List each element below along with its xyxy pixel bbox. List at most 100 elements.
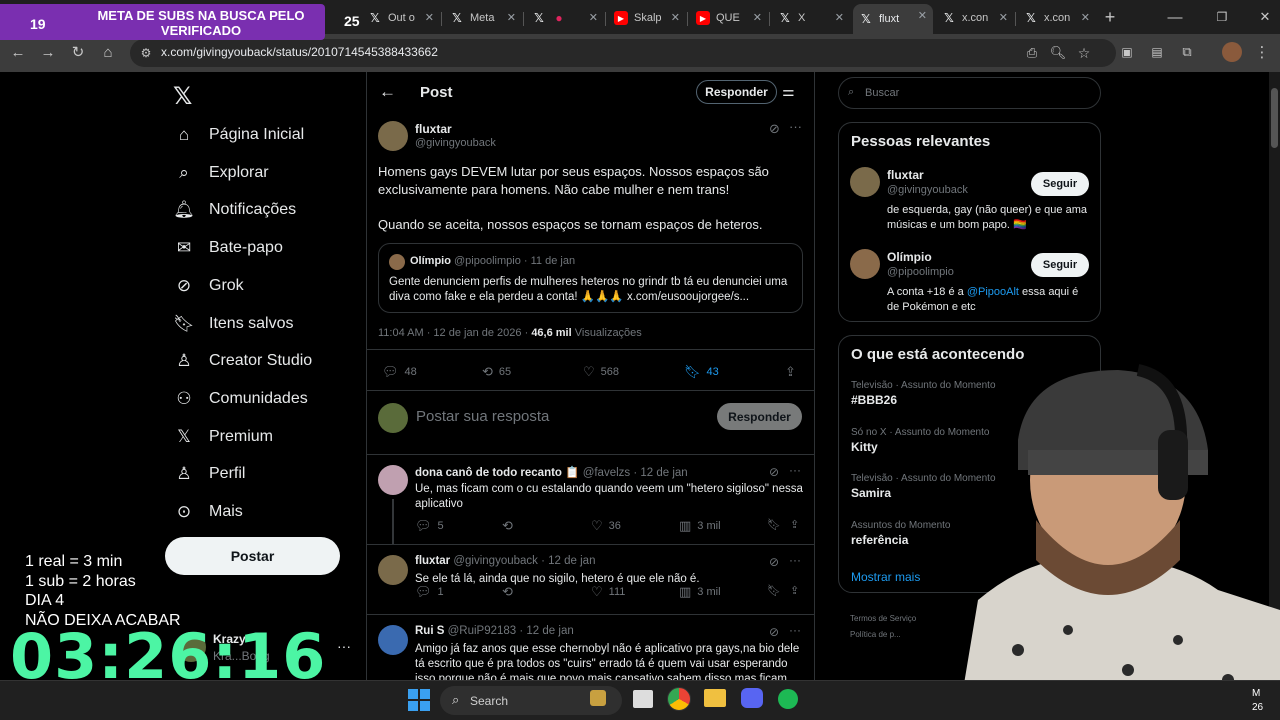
browser-tab[interactable]: 𝕏 Out o ✕ (362, 6, 440, 30)
close-tab-icon[interactable]: ✕ (999, 11, 1008, 24)
like-action[interactable]: ♡ 36 (591, 518, 621, 534)
reply-action[interactable]: 💬︎ 5 (415, 518, 444, 534)
browser-tab[interactable]: ▶ QUE ✕ (690, 6, 768, 30)
author-avatar[interactable] (378, 121, 408, 151)
sidebar-item[interactable]: ⊘ Grok (173, 271, 244, 301)
close-tab-icon[interactable]: ✕ (671, 11, 680, 24)
browser-tab[interactable]: 𝕏 X ✕ (772, 6, 850, 30)
scrollbar-thumb[interactable] (1271, 88, 1278, 148)
sidebar-item[interactable]: 🔔︎ Notificações (173, 195, 296, 225)
forward-icon[interactable]: → (38, 42, 58, 62)
grok-icon[interactable]: ⊘ (769, 625, 779, 639)
bookmark-action[interactable]: 🔖︎ 43 (684, 364, 719, 380)
profile-avatar[interactable] (1222, 42, 1242, 62)
close-window-icon[interactable]: ✕ (1255, 7, 1275, 27)
sidebar-item[interactable]: 🔖︎ Itens salvos (173, 309, 293, 339)
more-icon[interactable]: ··· (789, 623, 801, 637)
sidebar-item[interactable]: ♙ Perfil (173, 459, 245, 489)
windows-start-icon[interactable] (408, 689, 430, 711)
browser-tab[interactable]: 𝕏 Meta ✕ (444, 6, 522, 30)
reply-pill-button[interactable]: Responder (696, 80, 777, 104)
mention-link[interactable]: @PipooAlt (967, 286, 1019, 298)
close-tab-icon[interactable]: ✕ (918, 9, 927, 22)
share-icon[interactable]: ⇪ (790, 584, 799, 597)
grok-icon[interactable]: ⊘ (769, 121, 780, 137)
spotify-icon[interactable] (778, 689, 798, 709)
reply-avatar[interactable] (378, 555, 408, 585)
grok-icon[interactable]: ⊘ (769, 465, 779, 479)
minimize-icon[interactable]: — (1165, 7, 1185, 27)
footer-link[interactable]: Termos de Serviço (850, 614, 916, 623)
reply-compose-input[interactable]: Postar sua resposta (416, 408, 549, 425)
grok-icon[interactable]: ⊘ (769, 555, 779, 569)
bookmark-icon[interactable]: 🔖︎ (767, 518, 781, 531)
show-more-link[interactable]: Mostrar mais (851, 570, 920, 584)
restore-icon[interactable]: ❐ (1212, 7, 1232, 27)
discord-icon[interactable] (741, 688, 763, 708)
like-action[interactable]: ♡ 568 (583, 364, 619, 380)
person-avatar[interactable] (850, 249, 880, 279)
extension-icon[interactable]: ▣ (1117, 42, 1137, 62)
account-more-icon[interactable]: ··· (337, 638, 351, 654)
close-tab-icon[interactable]: ✕ (589, 11, 598, 24)
like-action[interactable]: ♡ 111 (591, 584, 625, 600)
site-info-icon[interactable]: ⚙ (136, 43, 156, 63)
sidebar-item[interactable]: ⌕ Explorar (173, 158, 268, 188)
widget-icon[interactable] (590, 690, 606, 706)
back-icon[interactable]: ← (8, 42, 28, 62)
browser-tab[interactable]: 𝕏 ● ✕ (526, 6, 604, 30)
sidebar-item[interactable]: 𝕏 Premium (173, 422, 273, 452)
reply-avatar[interactable] (378, 625, 408, 655)
sidebar-item[interactable]: ⊙ Mais (173, 497, 243, 527)
new-tab-icon[interactable]: + (1100, 7, 1120, 27)
extensions-puzzle-icon[interactable]: ⧉ (1177, 42, 1197, 62)
task-view-icon[interactable] (633, 690, 653, 708)
chrome-icon[interactable] (667, 687, 691, 711)
views-action[interactable]: ▥ 3 mil (679, 518, 721, 534)
reply-item[interactable]: fluxtar @givingyouback · 12 de jan ⊘ ···… (367, 544, 814, 614)
quoted-post[interactable]: Olímpio @pipoolimpio · 11 de jan Gente d… (378, 243, 803, 313)
close-tab-icon[interactable]: ✕ (753, 11, 762, 24)
reply-item[interactable]: Rui S @RuiP92183 · 12 de jan ⊘ ··· Amigo… (367, 614, 814, 680)
close-tab-icon[interactable]: ✕ (425, 11, 434, 24)
more-icon[interactable]: ··· (789, 119, 802, 134)
person-handle[interactable]: @givingyouback (887, 184, 968, 196)
follow-button[interactable]: Seguir (1031, 253, 1089, 277)
extension-icon[interactable]: ▤ (1147, 42, 1167, 62)
reply-item[interactable]: dona canô de todo recanto 📋 @favelzs · 1… (367, 454, 814, 545)
close-tab-icon[interactable]: ✕ (1081, 11, 1090, 24)
more-icon[interactable]: ··· (789, 463, 801, 477)
repost-action[interactable]: ⟲ (502, 584, 519, 600)
repost-action[interactable]: ⟲ (502, 518, 519, 534)
menu-icon[interactable]: ⋮ (1252, 42, 1272, 62)
browser-tab[interactable]: 𝕏x.con ✕ (1018, 6, 1096, 30)
home-icon[interactable]: ⌂ (98, 42, 118, 62)
close-tab-icon[interactable]: ✕ (835, 11, 844, 24)
back-arrow-icon[interactable]: ← (379, 82, 396, 102)
share-icon[interactable]: ⇪ (790, 518, 799, 531)
address-bar[interactable]: ⚙ x.com/givingyouback/status/20107145453… (130, 39, 1116, 67)
bookmark-star-icon[interactable]: ☆ (1074, 43, 1094, 63)
person-avatar[interactable] (850, 167, 880, 197)
browser-tab-active[interactable]: 𝕏fluxt ✕ (853, 4, 933, 34)
repost-action[interactable]: ⟲ 65 (482, 364, 511, 380)
bookmark-icon[interactable]: 🔖︎ (767, 584, 781, 597)
search-input[interactable]: Buscar (838, 77, 1101, 109)
share-icon[interactable]: ⇪ (785, 364, 796, 380)
browser-tab[interactable]: ▶ Skalp ✕ (608, 6, 686, 30)
person-name[interactable]: Olímpio (887, 250, 932, 264)
sidebar-item[interactable]: ⚇ Comunidades (173, 384, 307, 414)
reply-action[interactable]: 💬︎ 48 (382, 364, 417, 380)
x-logo-icon[interactable]: 𝕏 (173, 82, 192, 111)
post-button[interactable]: Postar (165, 537, 340, 575)
author-name[interactable]: fluxtar (415, 122, 452, 136)
views-action[interactable]: ▥ 3 mil (679, 584, 721, 600)
author-handle[interactable]: @givingyouback (415, 137, 496, 149)
zoom-icon[interactable]: 🔍︎ (1048, 43, 1068, 63)
browser-tab[interactable]: 𝕏x.con ✕ (936, 6, 1014, 30)
person-handle[interactable]: @pipoolimpio (887, 266, 954, 278)
install-app-icon[interactable]: ⎙ (1022, 43, 1042, 63)
sidebar-item[interactable]: ✉ Bate-papo (173, 233, 283, 263)
close-tab-icon[interactable]: ✕ (507, 11, 516, 24)
sidebar-item[interactable]: ♙ Creator Studio (173, 346, 312, 376)
